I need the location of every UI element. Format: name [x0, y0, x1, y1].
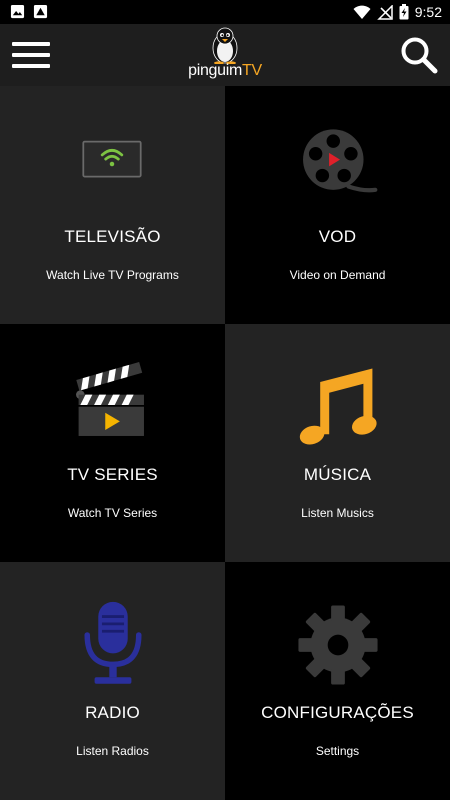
battery-charging-icon: [399, 4, 409, 20]
hamburger-menu-icon[interactable]: [12, 39, 50, 71]
image-notification-icon: [10, 4, 25, 19]
no-signal-icon: [376, 4, 393, 20]
tile-title: VOD: [318, 227, 357, 246]
penguin-logo-icon: [212, 27, 238, 64]
logo-text-main: pinguim: [188, 62, 243, 79]
tile-televisao[interactable]: TELEVISÃO Watch Live TV Programs: [0, 86, 225, 324]
menu-grid: TELEVISÃO Watch Live TV Programs VOD Vid…: [0, 86, 450, 800]
tile-subtitle: Listen Radios: [76, 744, 149, 758]
tile-radio[interactable]: RADIO Listen Radios: [0, 562, 225, 800]
music-note-icon: [299, 368, 377, 445]
tv-wifi-icon: [82, 140, 142, 178]
microphone-icon: [84, 601, 142, 684]
wifi-icon: [353, 5, 371, 19]
logo-text: pinguimTV: [175, 62, 275, 80]
clapperboard-icon: [76, 362, 144, 436]
tile-subtitle: Watch Live TV Programs: [46, 268, 179, 282]
tile-tv-series[interactable]: TV SERIES Watch TV Series: [0, 324, 225, 562]
tile-title: TV SERIES: [67, 465, 158, 484]
search-icon[interactable]: [400, 36, 438, 74]
tile-title: MÚSICA: [303, 465, 372, 484]
tile-configuracoes[interactable]: CONFIGURAÇÕES Settings: [225, 562, 450, 800]
film-reel-icon: [303, 129, 378, 193]
tile-musica[interactable]: MÚSICA Listen Musics: [225, 324, 450, 562]
status-bar: 9:52: [0, 0, 450, 24]
tile-subtitle: Settings: [315, 744, 360, 758]
logo-text-accent: TV: [242, 62, 262, 79]
tile-subtitle: Listen Musics: [301, 506, 374, 520]
tile-subtitle: Video on Demand: [289, 268, 386, 282]
app-bar: pinguimTV: [0, 24, 450, 86]
gear-icon: [298, 605, 378, 685]
tile-vod[interactable]: VOD Video on Demand: [225, 86, 450, 324]
tile-title: CONFIGURAÇÕES: [261, 703, 414, 722]
status-time: 9:52: [414, 4, 442, 20]
app-logo: pinguimTV: [175, 26, 275, 84]
photo-notification-icon: [33, 4, 48, 19]
tile-title: RADIO: [85, 703, 140, 722]
tile-title: TELEVISÃO: [64, 227, 161, 246]
tile-subtitle: Watch TV Series: [67, 506, 158, 520]
